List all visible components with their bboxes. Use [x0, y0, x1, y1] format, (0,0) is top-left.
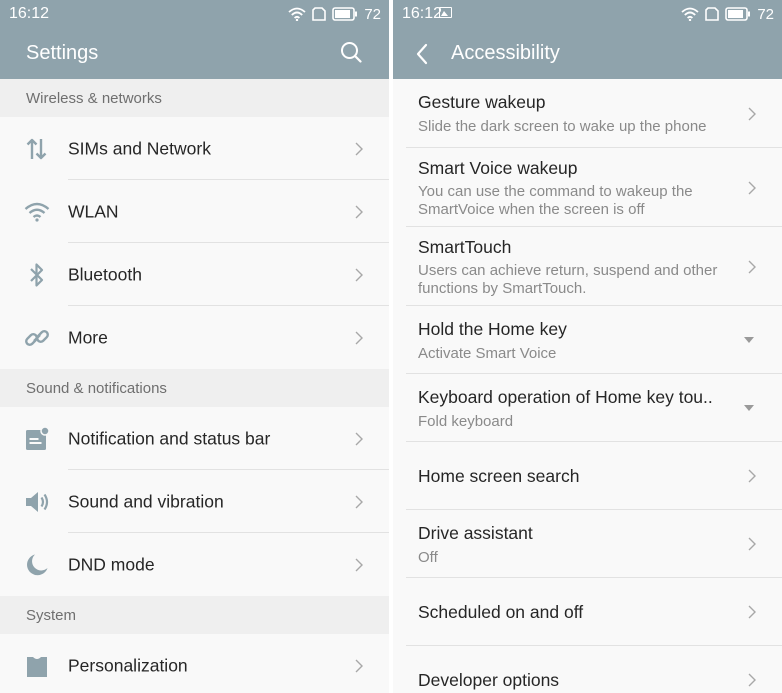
chevron-right-icon [355, 268, 363, 281]
battery-level: 72 [757, 5, 774, 23]
item-title: SmartTouch [418, 237, 512, 257]
chevron-right-icon [355, 659, 363, 672]
item-subtitle: Users can achieve return, suspend and ot… [418, 262, 718, 297]
battery-level: 72 [364, 5, 381, 23]
dropdown-arrow-icon [744, 337, 754, 343]
notification-icon [24, 426, 50, 452]
back-arrow-icon[interactable] [415, 43, 429, 65]
chevron-right-icon [355, 142, 363, 155]
sim-status-icon [705, 7, 720, 21]
settings-item-sims-network[interactable]: SIMs and Network [0, 117, 389, 180]
settings-item-label: WLAN [68, 201, 119, 221]
settings-item-label: Personalization [68, 655, 188, 675]
chevron-right-icon [748, 673, 756, 687]
chevron-right-icon [748, 469, 756, 483]
settings-item-label: Sound and vibration [68, 491, 224, 511]
item-title: Home screen search [418, 466, 580, 486]
sim-status-icon [312, 7, 327, 21]
personalization-icon [24, 653, 50, 679]
bluetooth-icon [24, 262, 50, 288]
item-subtitle: Fold keyboard [418, 413, 514, 430]
status-icons: 72 [681, 4, 774, 24]
chevron-right-icon [748, 537, 756, 551]
wifi-status-icon [288, 7, 306, 21]
dropdown-arrow-icon [744, 405, 754, 411]
section-header-wireless: Wireless & networks [0, 79, 389, 117]
status-bar: 16:12 72 [0, 0, 389, 28]
chevron-right-icon [748, 107, 756, 120]
status-time: 16:12 [402, 5, 443, 22]
item-title: Keyboard operation of Home key tou.. [418, 387, 713, 407]
accessibility-item-developer-options[interactable]: Developer options [393, 646, 782, 693]
moon-icon [24, 552, 50, 578]
accessibility-item-keyboard-home-key[interactable]: Keyboard operation of Home key tou.. Fol… [393, 374, 782, 442]
settings-header: 16:12 72 Settings [0, 0, 389, 79]
accessibility-item-home-screen-search[interactable]: Home screen search [393, 442, 782, 510]
settings-item-label: Bluetooth [68, 264, 142, 284]
accessibility-item-scheduled-on-off[interactable]: Scheduled on and off [393, 578, 782, 646]
image-notification-icon [439, 7, 452, 18]
section-header-system: System [0, 596, 389, 634]
sim-network-icon [24, 136, 50, 162]
search-icon[interactable] [340, 41, 362, 63]
chevron-right-icon [355, 495, 363, 508]
status-time: 16:12 [9, 5, 50, 22]
settings-item-label: More [68, 327, 108, 347]
settings-item-bluetooth[interactable]: Bluetooth [0, 243, 389, 306]
item-title: Hold the Home key [418, 319, 567, 339]
chevron-right-icon [355, 432, 363, 445]
chevron-right-icon [355, 205, 363, 218]
item-subtitle: Activate Smart Voice [418, 345, 557, 362]
battery-icon [332, 7, 358, 21]
settings-item-label: SIMs and Network [68, 138, 211, 158]
accessibility-item-smart-voice-wakeup[interactable]: Smart Voice wakeup You can use the comma… [393, 148, 782, 227]
chevron-right-icon [748, 181, 756, 194]
battery-icon [725, 7, 751, 21]
settings-list: Wireless & networks SIMs and Network WLA… [0, 79, 389, 693]
speaker-icon [24, 489, 50, 515]
status-bar: 16:12 72 [393, 0, 782, 28]
section-header-sound: Sound & notifications [0, 369, 389, 407]
settings-item-sound-vibration[interactable]: Sound and vibration [0, 470, 389, 533]
item-title: Drive assistant [418, 523, 533, 543]
settings-item-label: DND mode [68, 554, 155, 574]
item-title: Gesture wakeup [418, 92, 546, 112]
accessibility-header: 16:12 72 Accessibility [393, 0, 782, 79]
accessibility-item-gesture-wakeup[interactable]: Gesture wakeup Slide the dark screen to … [393, 79, 782, 148]
settings-item-dnd-mode[interactable]: DND mode [0, 533, 389, 596]
item-subtitle: You can use the command to wakeup the Sm… [418, 183, 693, 218]
accessibility-item-drive-assistant[interactable]: Drive assistant Off [393, 510, 782, 578]
wifi-status-icon [681, 7, 699, 21]
accessibility-item-hold-home-key[interactable]: Hold the Home key Activate Smart Voice [393, 306, 782, 374]
chevron-right-icon [355, 558, 363, 571]
accessibility-item-smarttouch[interactable]: SmartTouch Users can achieve return, sus… [393, 227, 782, 306]
link-icon [24, 325, 50, 351]
wifi-icon [24, 199, 50, 225]
page-title: Accessibility [451, 42, 560, 64]
chevron-right-icon [355, 331, 363, 344]
settings-item-label: Notification and status bar [68, 428, 271, 448]
item-subtitle: Off [418, 549, 438, 566]
settings-item-wlan[interactable]: WLAN [0, 180, 389, 243]
settings-screen: 16:12 72 Settings Wireless & networks SI… [0, 0, 389, 693]
settings-item-personalization[interactable]: Personalization [0, 634, 389, 693]
item-title: Smart Voice wakeup [418, 158, 578, 178]
accessibility-screen: 16:12 72 Accessibility Gesture wakeup Sl… [393, 0, 782, 693]
item-title: Scheduled on and off [418, 602, 584, 622]
item-title: Developer options [418, 670, 560, 690]
settings-item-more[interactable]: More [0, 306, 389, 369]
page-title: Settings [26, 42, 99, 64]
accessibility-list: Gesture wakeup Slide the dark screen to … [393, 79, 782, 693]
chevron-right-icon [748, 260, 756, 273]
chevron-right-icon [748, 605, 756, 619]
status-icons: 72 [288, 4, 381, 24]
settings-item-notification-status-bar[interactable]: Notification and status bar [0, 407, 389, 470]
item-subtitle: Slide the dark screen to wake up the pho… [418, 118, 707, 135]
